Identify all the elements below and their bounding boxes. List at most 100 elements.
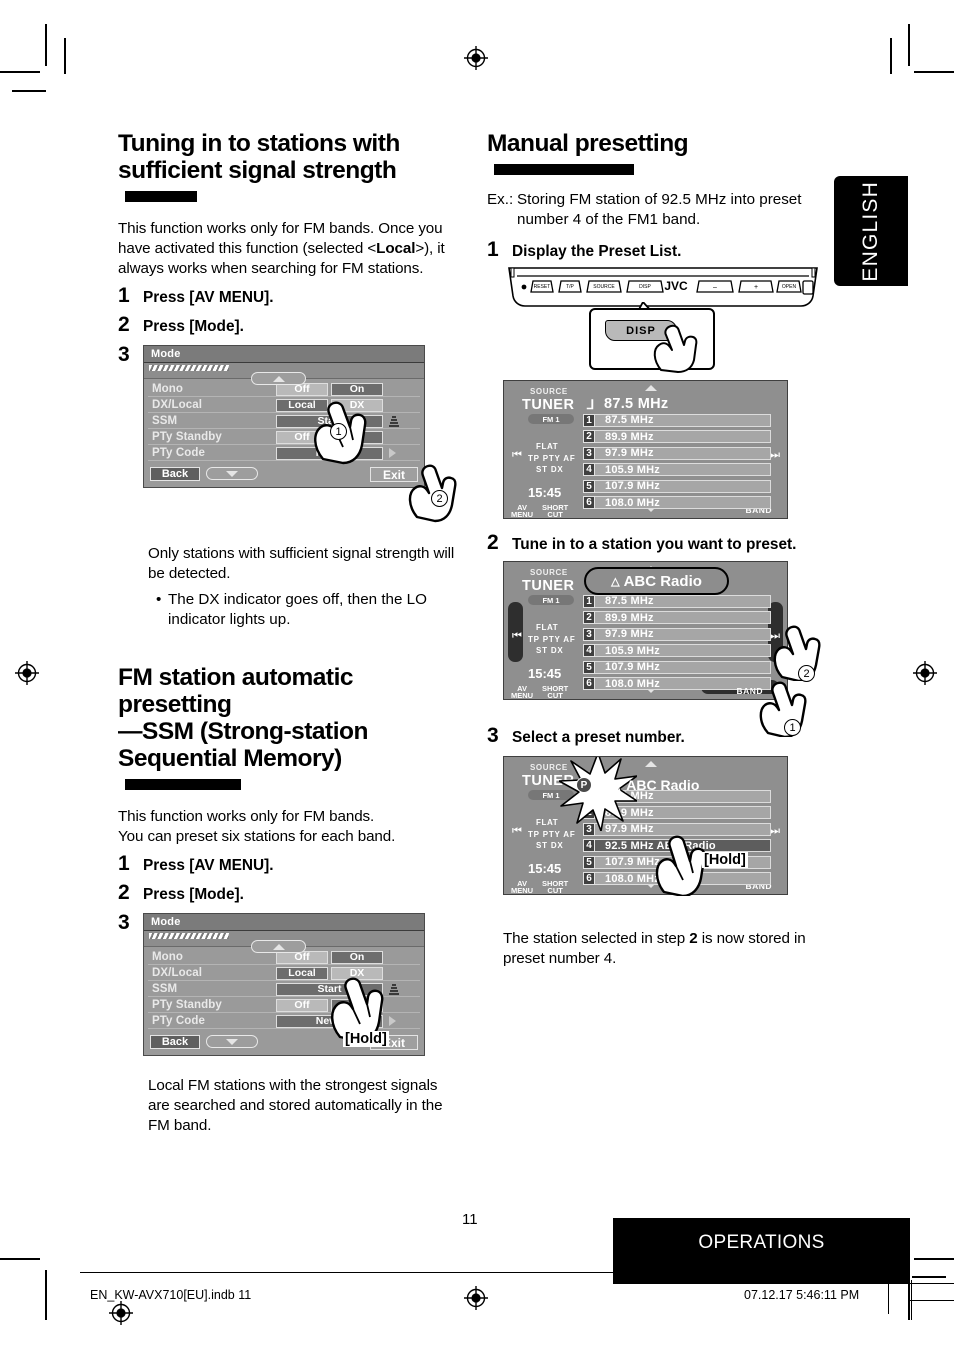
t3-shortcut-button[interactable]: SHORT CUT xyxy=(542,880,568,894)
scroll-down-button[interactable] xyxy=(206,467,258,480)
t1-preset-row-1[interactable]: 1 87.5 MHz xyxy=(583,413,771,427)
mode-back-button[interactable]: Back xyxy=(150,467,200,481)
mode2-mono-on-button[interactable]: On xyxy=(331,950,383,964)
mode2-dxlocal-dx-button[interactable]: DX xyxy=(331,966,383,980)
scroll-down-button-2[interactable] xyxy=(206,1035,258,1048)
hold-badge-ssm: [Hold] xyxy=(343,1031,389,1047)
disp-button[interactable]: DISP xyxy=(605,320,677,341)
t2-preset-num-2: 2 xyxy=(583,611,595,625)
t1-preset-num-4: 4 xyxy=(583,463,595,477)
triangle-down-icon-2 xyxy=(226,1038,238,1045)
mode2-row-dxlocal-label: DX/Local xyxy=(152,967,203,979)
t1-eq-label: FLAT xyxy=(536,442,559,451)
heading-line-2: sufficient signal strength xyxy=(118,157,397,184)
t3-now-playing: ABC Radio xyxy=(626,777,700,793)
s2-step-2-text: Press [Mode]. xyxy=(143,886,244,903)
mode2-dxlocal-local-button[interactable]: Local xyxy=(276,966,328,980)
t3-preset-row-6[interactable]: 6 108.0 MHz xyxy=(583,872,771,886)
mode-screen-local[interactable]: Mode Mono Off On DX/Local Local DX SSM S… xyxy=(143,345,425,488)
section-footer-bar: OPERATIONS xyxy=(613,1218,910,1284)
tuner-screen-tuned[interactable]: SOURCE TUNER FM 1 FLAT TP PTY AF ST DX 1… xyxy=(503,561,788,700)
t1-preset-val-4: 105.9 MHz xyxy=(595,463,771,477)
example-text: Storing FM station of 92.5 MHz into pres… xyxy=(517,191,802,228)
tuner-screen-preset-list[interactable]: SOURCE TUNER FM 1 FLAT TP PTY AF ST DX 1… xyxy=(503,380,788,519)
t3-av-menu-button[interactable]: AV MENU xyxy=(511,880,533,894)
t2-band-button[interactable]: BAND xyxy=(736,686,763,696)
t1-av-menu-button[interactable]: AV MENU xyxy=(511,504,533,518)
t2-preset-row-4[interactable]: 4 105.9 MHz xyxy=(583,644,771,658)
dxlocal-dx-button[interactable]: DX xyxy=(331,398,383,412)
previous-track-icon-2[interactable]: ⏮ xyxy=(512,630,522,643)
t3-scroll-up-icon[interactable] xyxy=(645,761,657,767)
mode-subbar xyxy=(144,363,424,385)
mode2-row-ptystandby-label: PTy Standby xyxy=(152,999,222,1011)
section1-after-text: Only stations with sufficient signal str… xyxy=(148,545,455,582)
previous-track-icon[interactable]: ⏮ xyxy=(512,449,522,462)
mode-row-ptystandby-label: PTy Standby xyxy=(152,431,222,443)
t1-preset-row-2[interactable]: 2 89.9 MHz xyxy=(583,430,771,444)
arrow-right-icon-2[interactable] xyxy=(389,1016,396,1026)
next-track-icon[interactable]: ⏭ xyxy=(770,449,780,462)
t1-shortcut-button[interactable]: SHORT CUT xyxy=(542,504,568,518)
t2-preset-row-3[interactable]: 3 97.9 MHz xyxy=(583,627,771,641)
t2-preset-val-3: 97.9 MHz xyxy=(595,627,771,641)
t1-preset-row-3[interactable]: 3 97.9 MHz xyxy=(583,446,771,460)
callout-number-2: 2 xyxy=(431,490,448,507)
next-track-icon-3[interactable]: ⏭ xyxy=(770,825,780,838)
mode-subbar-2 xyxy=(144,931,424,953)
t1-preset-val-1: 87.5 MHz xyxy=(595,413,771,427)
left-column: Tuning in to stations with sufficient si… xyxy=(118,130,463,1142)
mode2-ptystandby-off-button[interactable]: Off xyxy=(276,998,328,1012)
heading-rule xyxy=(125,191,197,202)
callout-number-1-right: 1 xyxy=(784,719,801,736)
ptycode-news-button[interactable]: News xyxy=(276,446,383,460)
t2-av-menu-button[interactable]: AV MENU xyxy=(511,685,533,699)
mode2-back-button[interactable]: Back xyxy=(150,1035,200,1049)
t1-preset-row-4[interactable]: 4 105.9 MHz xyxy=(583,463,771,477)
mode-exit-button[interactable]: Exit xyxy=(370,467,418,482)
t3-preset-num-4: 4 xyxy=(583,839,595,853)
scroll-up-button-2[interactable] xyxy=(251,940,306,953)
r-step-1-text: Display the Preset List. xyxy=(512,243,682,260)
next-track-icon-2[interactable]: ⏭ xyxy=(770,630,780,643)
footer-hr xyxy=(80,1272,890,1274)
s1-step-1-num: 1 xyxy=(118,284,130,307)
result-part1: The station selected in step xyxy=(503,930,690,947)
r-step-1: 1 Display the Preset List. xyxy=(487,239,827,262)
mode2-ptycode-news-button[interactable]: News xyxy=(276,1014,383,1028)
t1-preset-row-6[interactable]: 6 108.0 MHz xyxy=(583,496,771,510)
tuner-screen-preset-stored[interactable]: SOURCE TUNER FM 1 FLAT TP PTY AF ST DX 1… xyxy=(503,756,788,895)
t1-preset-val-5: 107.9 MHz xyxy=(595,479,771,493)
t2-source-label: SOURCE xyxy=(530,568,568,577)
arrow-right-icon[interactable] xyxy=(389,448,396,458)
t2-preset-row-1[interactable]: 1 87.5 MHz xyxy=(583,594,771,608)
t2-shortcut-button[interactable]: SHORT CUT xyxy=(542,685,568,699)
mode2-ssm-start-button[interactable]: Start xyxy=(276,982,383,996)
bullet-dot: • xyxy=(156,591,162,608)
station-wave-icon: △ xyxy=(611,575,620,588)
t2-indicators-1: TP PTY AF xyxy=(528,635,576,644)
t2-preset-val-5: 107.9 MHz xyxy=(595,660,771,674)
t3-preset-num-6: 6 xyxy=(583,872,595,886)
t1-preset-val-3: 97.9 MHz xyxy=(595,446,771,460)
t1-preset-row-5[interactable]: 5 107.9 MHz xyxy=(583,479,771,493)
t3-preset-row-4[interactable]: 4 92.5 MHz ABC Radio xyxy=(583,839,771,853)
mode-row-dxlocal: DX/Local Local DX xyxy=(148,398,420,413)
mode2-ptystandby-on-button[interactable]: On xyxy=(331,998,383,1012)
ptystandby-off-button[interactable]: Off xyxy=(276,430,328,444)
crop-mark-tl-h xyxy=(0,71,40,73)
t1-indicators-2: ST DX xyxy=(536,465,564,474)
t1-scroll-up-icon[interactable] xyxy=(645,385,657,391)
t2-preset-row-5[interactable]: 5 107.9 MHz xyxy=(583,660,771,674)
scroll-up-button[interactable] xyxy=(251,372,306,385)
previous-track-icon-3[interactable]: ⏮ xyxy=(512,825,522,838)
s2-step-1-num: 1 xyxy=(118,852,130,875)
t2-preset-row-2[interactable]: 2 89.9 MHz xyxy=(583,611,771,625)
ssm-start-button[interactable]: Start xyxy=(276,414,383,428)
section1-bullet: • The DX indicator goes off, then the LO… xyxy=(156,590,463,630)
result-step-bold: 2 xyxy=(689,930,698,947)
mono-on-button[interactable]: On xyxy=(331,382,383,396)
mode2-row-ptystandby: PTy Standby Off On xyxy=(148,998,420,1013)
speaker-icon xyxy=(389,415,399,427)
dxlocal-local-button[interactable]: Local xyxy=(276,398,328,412)
